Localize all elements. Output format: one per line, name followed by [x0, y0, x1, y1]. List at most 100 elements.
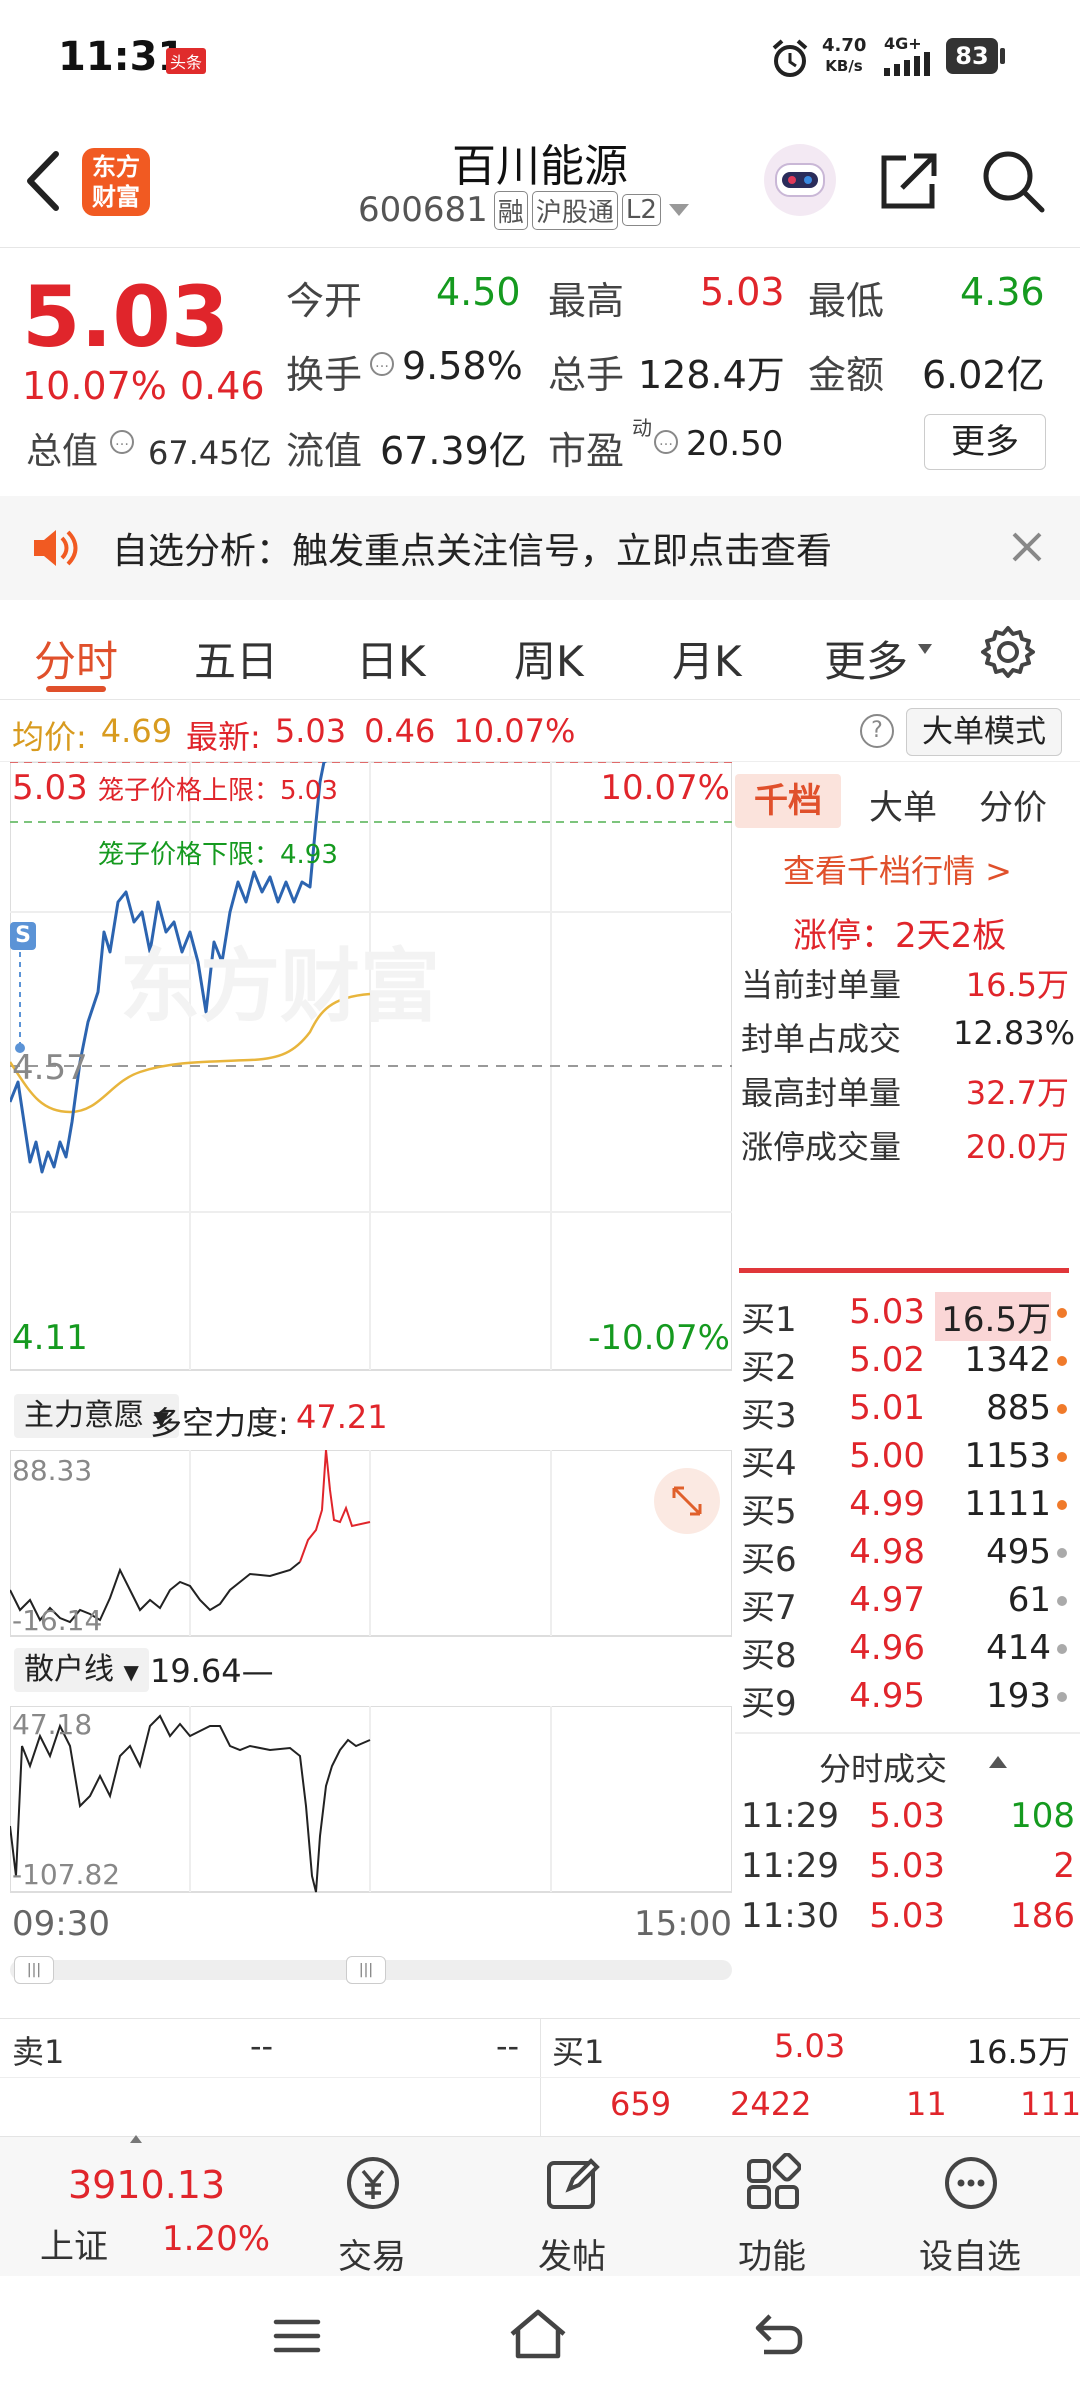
amount-value: 6.02亿 [922, 353, 1045, 397]
help-icon[interactable]: ? [860, 714, 894, 748]
home-icon[interactable] [508, 2308, 568, 2360]
volume-value: 128.4万 [638, 353, 785, 397]
depth-link[interactable]: 查看千档行情 > [783, 846, 1012, 892]
bid-row[interactable]: 买9 4.95 193 [741, 1676, 1071, 1724]
alert-banner[interactable]: 自选分析：触发重点关注信号，立即点击查看 [0, 496, 1080, 600]
more-circle-icon [945, 2157, 997, 2209]
indicator-main-force[interactable]: 主力意愿 ▼ 多空力度: 47.21 88.33 -16.14 [10, 1382, 732, 1640]
latest-change-pct: 10.07% [453, 712, 576, 750]
trade-row: 11:29 5.03 2 [741, 1846, 1075, 1894]
tab-weekly-k[interactable]: 周K [514, 628, 584, 689]
signal-type: 4G+ [884, 34, 922, 53]
more-button[interactable]: 更多 [924, 414, 1046, 470]
bid-row[interactable]: 买7 4.97 61 [741, 1580, 1071, 1628]
bid-row[interactable]: 买8 4.96 414 [741, 1628, 1071, 1676]
tab-monthly-k[interactable]: 月K [672, 628, 742, 689]
sell-marker-badge[interactable]: S [10, 922, 36, 950]
status-bar: 11:31 头条 4.70 KB/s 4G+ 83 [0, 0, 1080, 120]
stock-code: 600681 [358, 190, 488, 230]
big-order-mode-button[interactable]: 大单模式 [906, 708, 1062, 756]
tab-5day[interactable]: 五日 [194, 628, 278, 689]
chevron-up-icon [130, 2135, 142, 2143]
pe-info-icon[interactable]: … [654, 430, 678, 454]
tag-connect: 沪股通 [531, 190, 618, 230]
bid-label: 买1 [741, 1300, 797, 1340]
trades-title[interactable]: 分时成交 [819, 1744, 947, 1790]
range-handle-left[interactable]: ||| [14, 1956, 54, 1984]
expand-icon[interactable] [654, 1468, 720, 1534]
ask1-price: -- [250, 2027, 274, 2065]
trade-time: 11:29 [741, 1846, 839, 1886]
tab-intraday[interactable]: 分时 [34, 628, 118, 689]
time-range-scrollbar[interactable]: ||| ||| [10, 1956, 732, 1984]
yen-circle-icon [347, 2157, 399, 2209]
bid-label: 买6 [741, 1540, 797, 1580]
quote-panel: 5.03 10.07% 0.46 总值 … 67.45亿 今开 4.50 最高 … [0, 248, 1080, 496]
stat-value: 12.83% [953, 1014, 1076, 1052]
search-icon[interactable] [980, 148, 1046, 214]
bid-price: 4.95 [849, 1676, 925, 1716]
tag-level2: L2 [621, 194, 661, 226]
intraday-chart[interactable]: 东方财富 5.03 笼子价格上限：5.03 笼子价格下限：4.93 10.07%… [10, 762, 732, 1382]
indicator2-selector[interactable]: 散户线 ▼ [14, 1648, 149, 1692]
indicator-retail[interactable]: 散户线 ▼ 19.64— 47.18 -107.82 [10, 1640, 732, 1896]
functions-label: 功能 [738, 2237, 806, 2277]
index-change-pct: 1.20% [162, 2219, 271, 2259]
robot-assistant-icon[interactable] [762, 142, 838, 218]
battery-tip [1000, 48, 1005, 64]
bid-row[interactable]: 买5 4.99 1111 [741, 1484, 1071, 1532]
stat-label: 当前封单量 [741, 966, 902, 1004]
bid-volume: 885 [986, 1388, 1051, 1428]
tab-depth[interactable]: 千档 [735, 774, 841, 828]
indicator1-label: 主力意愿 [24, 1398, 144, 1433]
app-logo[interactable]: 东方 财富 [82, 148, 150, 216]
settings-gear-icon[interactable] [980, 624, 1036, 680]
bid-label: 买2 [741, 1348, 797, 1388]
bid-volume: 1342 [964, 1340, 1051, 1380]
bid-row[interactable]: 买3 5.01 885 [741, 1388, 1071, 1436]
bid-row[interactable]: 买1 5.03 16.5万 [741, 1292, 1071, 1341]
book-stat: 659 [610, 2085, 672, 2123]
logo-text-1: 东方 [92, 153, 140, 181]
tab-price-distribution[interactable]: 分价 [979, 780, 1047, 829]
trade-volume: 186 [1010, 1896, 1075, 1936]
info-icon[interactable]: … [110, 430, 134, 454]
bid-dot [1057, 1692, 1067, 1702]
bid-dot [1057, 1404, 1067, 1414]
index-ticker[interactable]: 3910.13 上证 1.20% [0, 2135, 276, 2277]
cage-lower-label: 笼子价格下限：4.93 [98, 840, 338, 870]
close-icon[interactable] [1008, 528, 1046, 566]
book-row-divider [0, 2077, 1080, 2078]
bid-label: 买8 [741, 1636, 797, 1676]
indicator2-value: 19.64— [150, 1652, 274, 1690]
bid-row[interactable]: 买2 5.02 1342 [741, 1340, 1071, 1388]
high-value: 5.03 [700, 270, 785, 314]
tab-indicator [46, 686, 106, 692]
chevron-down-icon[interactable] [668, 204, 689, 216]
chart-tabs: 分时 五日 日K 周K 月K 更多 [0, 600, 1080, 700]
volume-label: 总手 [548, 353, 625, 397]
change-pct: 10.07% [22, 364, 167, 408]
menu-icon[interactable] [272, 2316, 322, 2356]
bid-row[interactable]: 买6 4.98 495 [741, 1532, 1071, 1580]
tab-big-orders[interactable]: 大单 [869, 780, 937, 829]
bid-price: 4.96 [849, 1628, 925, 1668]
share-icon[interactable] [878, 150, 940, 212]
bid-dot [1057, 1356, 1067, 1366]
range-handle-right[interactable]: ||| [346, 1956, 386, 1984]
open-value: 4.50 [436, 270, 521, 314]
bid-row[interactable]: 买4 5.00 1153 [741, 1436, 1071, 1484]
tab-more[interactable]: 更多 [824, 628, 908, 689]
bid-volume: 1153 [964, 1436, 1051, 1476]
bid-volume: 61 [1007, 1580, 1051, 1620]
turnover-info-icon[interactable]: … [370, 352, 394, 376]
chart-info-bar: 均价: 4.69 最新: 5.03 0.46 10.07% ? 大单模式 [0, 700, 1080, 762]
back-icon[interactable] [22, 150, 62, 212]
latest-label: 最新: [186, 718, 261, 756]
speaker-icon [34, 530, 78, 566]
back-nav-icon[interactable] [752, 2312, 806, 2358]
tab-daily-k[interactable]: 日K [356, 628, 426, 689]
book-stat: 11 [906, 2085, 947, 2123]
avg-label: 均价: [12, 718, 87, 756]
bid-dot [1057, 1596, 1067, 1606]
